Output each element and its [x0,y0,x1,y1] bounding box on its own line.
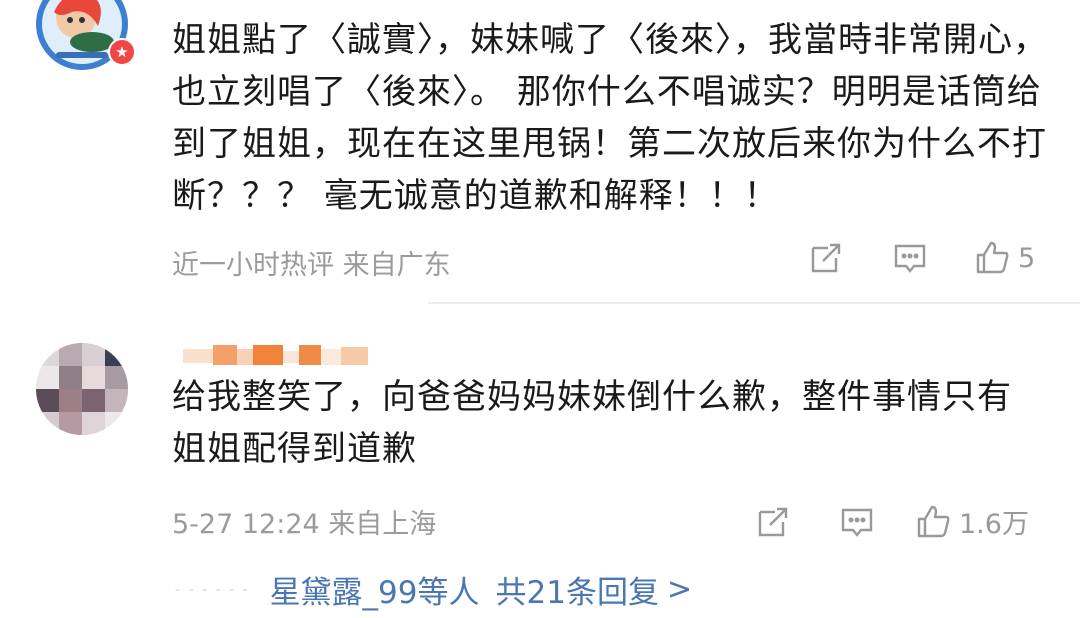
reply-dash: - - - - - - [175,581,250,598]
comment-actions: 5 [808,240,1035,276]
like-icon [976,241,1009,274]
username-blurred[interactable] [183,345,368,365]
divider [428,302,1080,304]
comment-meta: 近一小时热评 来自广东 [172,243,451,282]
comment-time: 近一小时热评 [172,250,334,281]
repost-button[interactable] [808,240,844,276]
avatar[interactable] [36,343,128,435]
reply-users[interactable]: 星黛露_99 [270,567,418,612]
vip-badge-icon: ★ [108,38,136,66]
view-replies-link[interactable]: - - - - - - 星黛露_99 等人 共21条回复 > [175,567,692,612]
comment-actions: 1.6万 [755,502,1029,541]
comment-icon [894,244,926,273]
comment-text: 姐姐點了〈誠實〉，妹妹喊了〈後來〉，我當時非常開心，也立刻唱了〈後來〉。 那你什… [172,20,1048,216]
repost-icon [758,507,788,536]
reply-users-suffix: 等人 [417,575,480,611]
comment-text: 给我整笑了，向爸爸妈妈妹妹倒什么歉，整件事情只有姐姐配得到道歉 [172,377,1012,469]
comment-meta: 5-27 12:24 来自上海 [172,502,436,541]
comment-time: 5-27 12:24 [172,509,320,540]
like-icon [917,505,950,537]
chevron-right-icon: > [666,572,693,607]
like-count: 1.6万 [959,509,1029,540]
repost-icon [811,243,841,273]
like-count: 5 [1018,242,1036,274]
comment-icon [841,508,873,537]
comment-1: ★ 姐姐點了〈誠實〉，妹妹喊了〈後來〉，我當時非常開心，也立刻唱了〈後來〉。 那… [0,0,1080,300]
comment-location: 来自广东 [342,250,451,281]
repost-button[interactable] [755,504,791,540]
reply-total[interactable]: 共21条回复 [496,567,659,612]
comment-button[interactable] [892,240,928,276]
like-button[interactable]: 1.6万 [915,502,1029,541]
comment-button[interactable] [839,504,875,540]
like-button[interactable]: 5 [974,240,1035,276]
comment-location: 来自上海 [328,509,437,540]
